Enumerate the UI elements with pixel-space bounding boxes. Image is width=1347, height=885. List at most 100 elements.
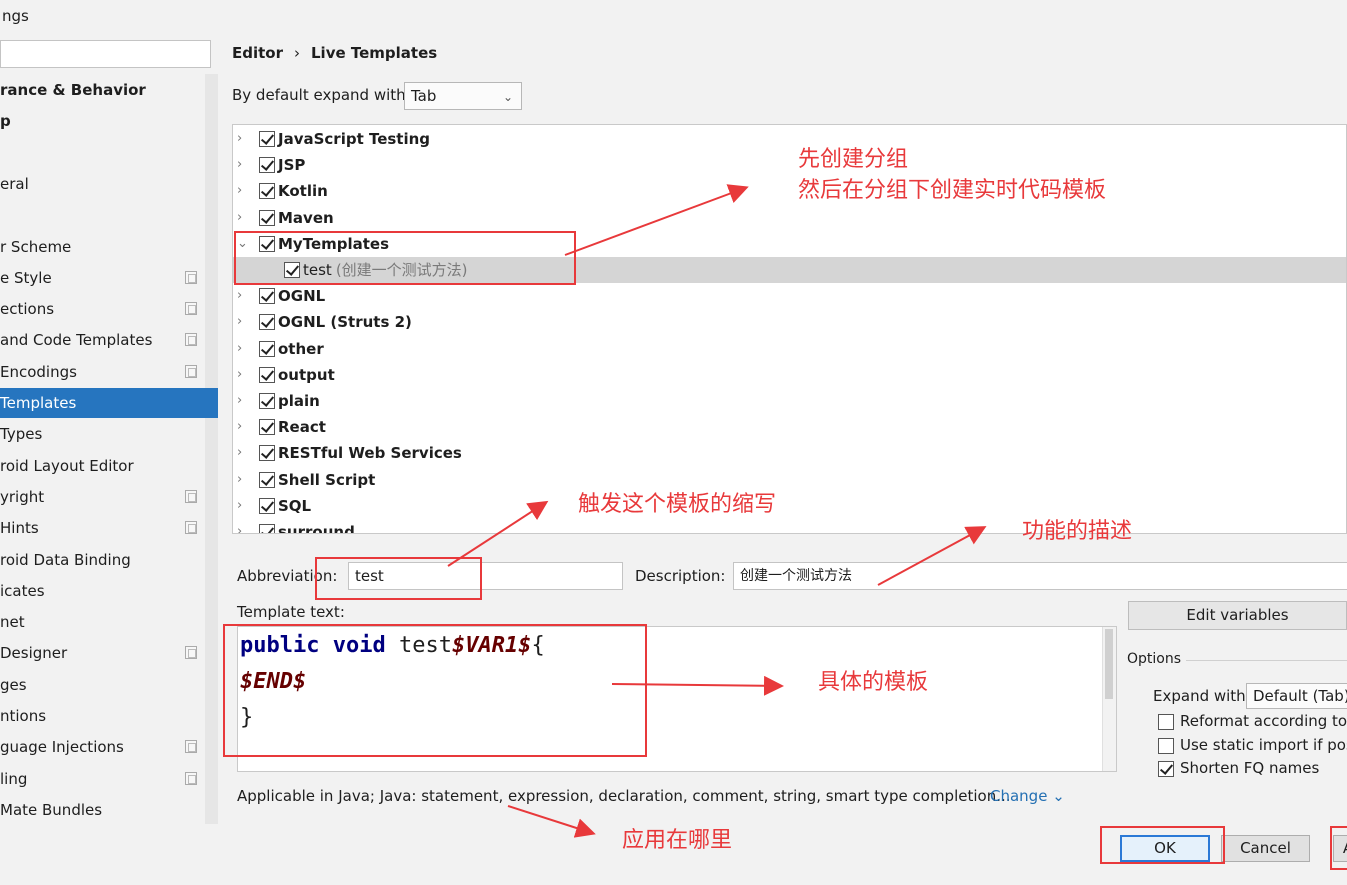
change-contexts-link[interactable]: Change ⌄ bbox=[990, 787, 1065, 805]
editor-scrollbar[interactable] bbox=[1102, 627, 1116, 771]
template-group[interactable]: › JSP bbox=[233, 152, 1346, 178]
templates-tree: › JavaScript Testing › JSP › Kotlin › Maven ⌄ MyT… bbox=[232, 124, 1347, 534]
template-checkbox[interactable] bbox=[259, 209, 275, 226]
annotation-box-mytemplates bbox=[234, 231, 576, 285]
sidebar-item[interactable]: ges bbox=[0, 670, 205, 700]
sidebar-item[interactable]: e Style bbox=[0, 263, 205, 293]
chevron-right-icon[interactable]: › bbox=[237, 467, 249, 493]
sidebar-item[interactable]: Mate Bundles bbox=[0, 795, 205, 824]
sidebar-item[interactable]: Hints bbox=[0, 513, 205, 543]
template-checkbox[interactable] bbox=[259, 288, 275, 305]
chevron-right-icon[interactable]: › bbox=[237, 388, 249, 414]
sidebar-item[interactable]: Designer bbox=[0, 638, 205, 668]
chevron-right-icon[interactable]: › bbox=[237, 362, 249, 388]
chevron-right-icon[interactable]: › bbox=[237, 336, 249, 362]
tree-item-label: JSP bbox=[278, 152, 305, 178]
sidebar-item-label: net bbox=[0, 613, 25, 632]
template-text-label: Template text: bbox=[237, 603, 345, 621]
settings-sidebar: rance & Behavior p eral r Scheme e Style ecti… bbox=[0, 74, 218, 824]
template-group[interactable]: › OGNL bbox=[233, 283, 1346, 309]
template-checkbox[interactable] bbox=[259, 183, 275, 200]
template-checkbox[interactable] bbox=[259, 131, 275, 147]
sidebar-item[interactable]: net bbox=[0, 607, 205, 637]
expand-with-select[interactable]: Default (Tab) bbox=[1246, 683, 1347, 709]
template-group[interactable]: › OGNL (Struts 2) bbox=[233, 309, 1346, 335]
edit-variables-button[interactable]: Edit variables bbox=[1128, 601, 1347, 630]
tree-item-text: JavaScript Testing bbox=[278, 130, 431, 148]
chevron-right-icon[interactable]: › bbox=[237, 205, 249, 231]
breadcrumb-editor[interactable]: Editor bbox=[232, 44, 283, 62]
sidebar-item[interactable]: ntions bbox=[0, 701, 205, 731]
static-import-checkbox[interactable] bbox=[1158, 738, 1174, 754]
tree-item-text: Kotlin bbox=[278, 182, 328, 201]
sidebar-item[interactable]: p bbox=[0, 106, 205, 136]
template-checkbox[interactable] bbox=[259, 497, 275, 514]
chevron-right-icon[interactable]: › bbox=[237, 493, 249, 519]
sidebar-item[interactable]: Encodings bbox=[0, 357, 205, 387]
settings-search-input[interactable] bbox=[0, 40, 211, 68]
template-group[interactable]: › JavaScript Testing bbox=[233, 126, 1346, 152]
template-group[interactable]: › other bbox=[233, 336, 1346, 362]
sidebar-item-label: Encodings bbox=[0, 362, 77, 381]
sidebar-item-label: yright bbox=[0, 487, 45, 506]
sidebar-item[interactable]: guage Injections bbox=[0, 732, 205, 762]
sidebar-item[interactable]: yright bbox=[0, 482, 205, 512]
sidebar-item[interactable]: icates bbox=[0, 576, 205, 606]
tree-item-label: OGNL bbox=[278, 283, 325, 309]
sidebar-item[interactable]: rance & Behavior bbox=[0, 75, 205, 105]
template-checkbox[interactable] bbox=[259, 340, 275, 357]
chevron-right-icon[interactable]: › bbox=[237, 414, 249, 440]
project-scope-icon bbox=[185, 364, 197, 378]
template-group[interactable]: › output bbox=[233, 362, 1346, 388]
sidebar-item-label: r Scheme bbox=[0, 237, 72, 256]
template-checkbox[interactable] bbox=[259, 419, 275, 436]
editor-scroll-thumb[interactable] bbox=[1105, 629, 1113, 699]
template-group[interactable]: › plain bbox=[233, 388, 1346, 414]
template-checkbox[interactable] bbox=[259, 393, 275, 409]
sidebar-scrollbar[interactable] bbox=[205, 74, 218, 824]
template-checkbox[interactable] bbox=[259, 471, 275, 488]
chevron-right-icon[interactable]: › bbox=[237, 519, 249, 533]
sidebar-item[interactable] bbox=[0, 138, 205, 168]
sidebar-item-label: icates bbox=[0, 581, 45, 600]
template-group[interactable]: › SQL bbox=[233, 493, 1346, 519]
template-checkbox[interactable] bbox=[259, 314, 275, 331]
template-group[interactable]: › Shell Script bbox=[233, 467, 1346, 493]
description-input[interactable]: 创建一个测试方法 bbox=[733, 562, 1347, 590]
sidebar-item[interactable]: ections bbox=[0, 294, 205, 324]
chevron-right-icon[interactable]: › bbox=[237, 126, 249, 152]
cancel-button[interactable]: Cancel bbox=[1221, 835, 1310, 862]
chevron-right-icon[interactable]: › bbox=[237, 440, 249, 466]
sidebar-item[interactable]: and Code Templates bbox=[0, 325, 205, 355]
chevron-right-icon[interactable]: › bbox=[237, 178, 249, 204]
annotation-note-applicable: 应用在哪里 bbox=[622, 828, 733, 853]
template-checkbox[interactable] bbox=[259, 445, 275, 462]
sidebar-item-label: roid Layout Editor bbox=[0, 456, 134, 475]
annotation-note-description: 功能的描述 bbox=[1022, 519, 1133, 544]
project-scope-icon bbox=[185, 302, 197, 316]
sidebar-item-label: Mate Bundles bbox=[0, 800, 103, 819]
template-checkbox[interactable] bbox=[259, 524, 275, 533]
template-checkbox[interactable] bbox=[259, 157, 275, 174]
template-group[interactable]: › surround bbox=[233, 519, 1346, 533]
sidebar-item[interactable]: r Scheme bbox=[0, 232, 205, 262]
sidebar-item[interactable]: ling bbox=[0, 764, 205, 794]
sidebar-item[interactable] bbox=[0, 200, 205, 230]
chevron-right-icon[interactable]: › bbox=[237, 283, 249, 309]
tree-item-label: output bbox=[278, 362, 335, 388]
shorten-fq-checkbox[interactable] bbox=[1158, 761, 1174, 777]
sidebar-item[interactable]: Types bbox=[0, 419, 205, 449]
template-group[interactable]: › RESTful Web Services bbox=[233, 440, 1346, 466]
template-group[interactable]: › Kotlin bbox=[233, 178, 1346, 204]
chevron-right-icon[interactable]: › bbox=[237, 152, 249, 178]
default-expand-select[interactable]: Tab ⌄ bbox=[404, 82, 522, 110]
sidebar-item[interactable]: Templates bbox=[0, 388, 218, 418]
chevron-right-icon[interactable]: › bbox=[237, 309, 249, 335]
template-checkbox[interactable] bbox=[259, 366, 275, 383]
sidebar-item[interactable]: eral bbox=[0, 169, 205, 199]
template-group[interactable]: › Maven bbox=[233, 205, 1346, 231]
template-group[interactable]: › React bbox=[233, 414, 1346, 440]
reformat-checkbox[interactable] bbox=[1158, 714, 1174, 730]
sidebar-item[interactable]: roid Data Binding bbox=[0, 545, 205, 575]
sidebar-item[interactable]: roid Layout Editor bbox=[0, 451, 205, 481]
